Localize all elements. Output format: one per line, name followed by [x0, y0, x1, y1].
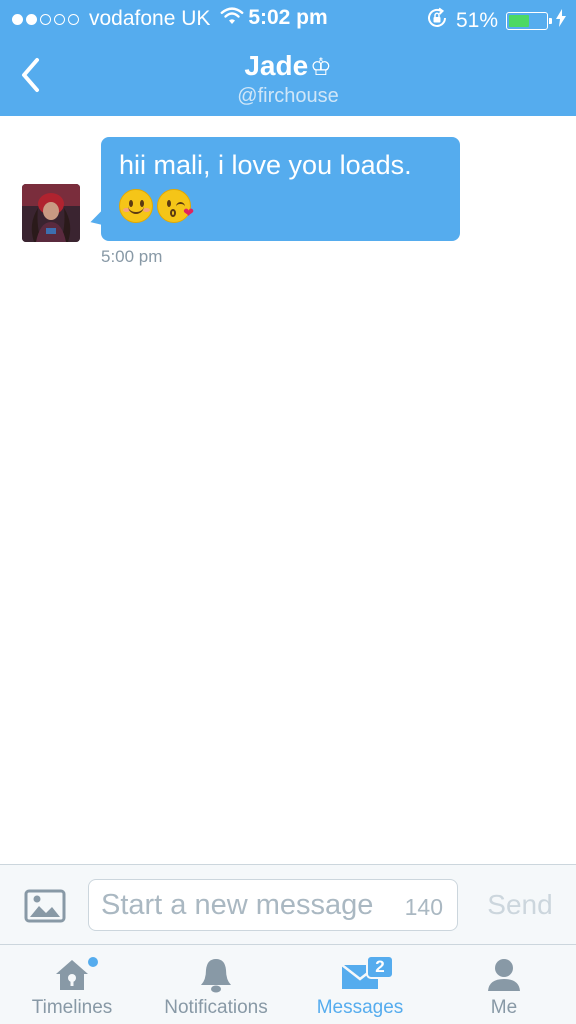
navigation-header: vodafone UK 5:02 pm 51% Jade♔ @firchouse: [0, 0, 576, 116]
contact-handle: @firchouse: [237, 85, 339, 107]
header-title-group: Jade♔ @firchouse: [0, 50, 576, 108]
message-timestamp: 5:00 pm: [101, 247, 163, 266]
tab-messages[interactable]: 2 Messages: [288, 945, 432, 1024]
battery-percentage: 51%: [455, 9, 498, 32]
emoji-row: ❤: [119, 189, 442, 223]
photo-icon: [24, 889, 66, 923]
unread-badge: 2: [366, 955, 394, 979]
person-icon: [484, 955, 524, 995]
dm-conversation-screen: vodafone UK 5:02 pm 51% Jade♔ @firchouse…: [0, 0, 576, 1024]
bell-icon: [196, 955, 236, 995]
message-input-box: 140: [88, 879, 458, 931]
avatar[interactable]: [22, 184, 80, 242]
message-text: hii mali, i love you loads.: [119, 150, 412, 180]
crown-icon: ♔: [310, 54, 332, 81]
charging-bolt-icon: [556, 9, 566, 33]
envelope-icon: 2: [340, 955, 394, 995]
message-thread[interactable]: hii mali, i love you loads. ❤ 5:00 pm: [0, 116, 576, 864]
tab-notifications[interactable]: Notifications: [144, 945, 288, 1024]
tab-label: Messages: [316, 997, 404, 1018]
battery-level: [509, 15, 530, 27]
tab-timelines[interactable]: Timelines: [0, 945, 144, 1024]
status-right: 51%: [426, 7, 566, 35]
tab-bar: Timelines Notifications 2 Messages Me: [0, 944, 576, 1024]
tab-label: Timelines: [31, 997, 113, 1018]
message-bubble[interactable]: hii mali, i love you loads. ❤: [101, 137, 460, 241]
tab-me[interactable]: Me: [432, 945, 576, 1024]
message-composer: 140 Send: [0, 864, 576, 944]
tab-label: Notifications: [164, 997, 268, 1018]
add-photo-button[interactable]: [24, 889, 66, 923]
smiling-face-emoji-icon: [119, 189, 153, 223]
face-blowing-kiss-emoji-icon: ❤: [157, 189, 194, 223]
status-bar: vodafone UK 5:02 pm 51%: [0, 0, 576, 38]
battery-icon: [506, 12, 552, 30]
character-counter: 140: [404, 894, 443, 920]
rotation-lock-icon: [426, 7, 448, 35]
message-input[interactable]: [101, 880, 401, 930]
send-button[interactable]: Send: [470, 885, 570, 925]
contact-name: Jade: [244, 50, 309, 81]
tab-label: Me: [490, 997, 518, 1018]
new-content-dot: [88, 957, 98, 967]
conversation-title: Jade♔: [0, 50, 576, 84]
home-icon: [52, 955, 98, 995]
